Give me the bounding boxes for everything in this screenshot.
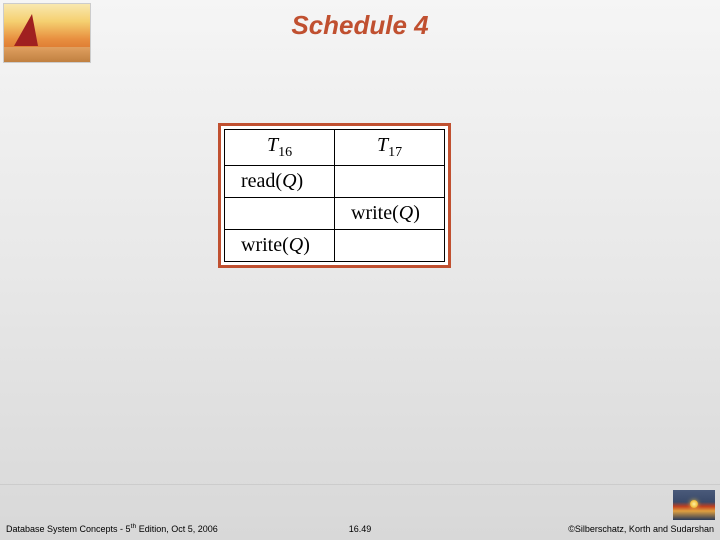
footer: Database System Concepts - 5th Edition, … xyxy=(0,518,720,534)
cell-t17-op3 xyxy=(335,230,445,262)
slide-title: Schedule 4 xyxy=(0,10,720,41)
divider-line xyxy=(0,484,720,485)
cell-t16-op2 xyxy=(225,198,335,230)
schedule-table-container: T16 T17 read(Q) write(Q) xyxy=(218,123,451,268)
table-row: write(Q) xyxy=(225,230,445,262)
footer-left: Database System Concepts - 5th Edition, … xyxy=(6,523,218,534)
sun-icon xyxy=(690,500,698,508)
cell-t16-op3: write(Q) xyxy=(225,230,335,262)
table-header-t17: T17 xyxy=(335,130,445,166)
bottom-right-logo xyxy=(673,490,715,520)
table-header-t16: T16 xyxy=(225,130,335,166)
cell-t17-op1 xyxy=(335,166,445,198)
schedule-table: T16 T17 read(Q) write(Q) xyxy=(224,129,445,262)
footer-center: 16.49 xyxy=(349,524,372,534)
cell-t16-op1: read(Q) xyxy=(225,166,335,198)
table-row: read(Q) xyxy=(225,166,445,198)
table-row: write(Q) xyxy=(225,198,445,230)
cell-t17-op2: write(Q) xyxy=(335,198,445,230)
footer-right: ©Silberschatz, Korth and Sudarshan xyxy=(568,524,714,534)
